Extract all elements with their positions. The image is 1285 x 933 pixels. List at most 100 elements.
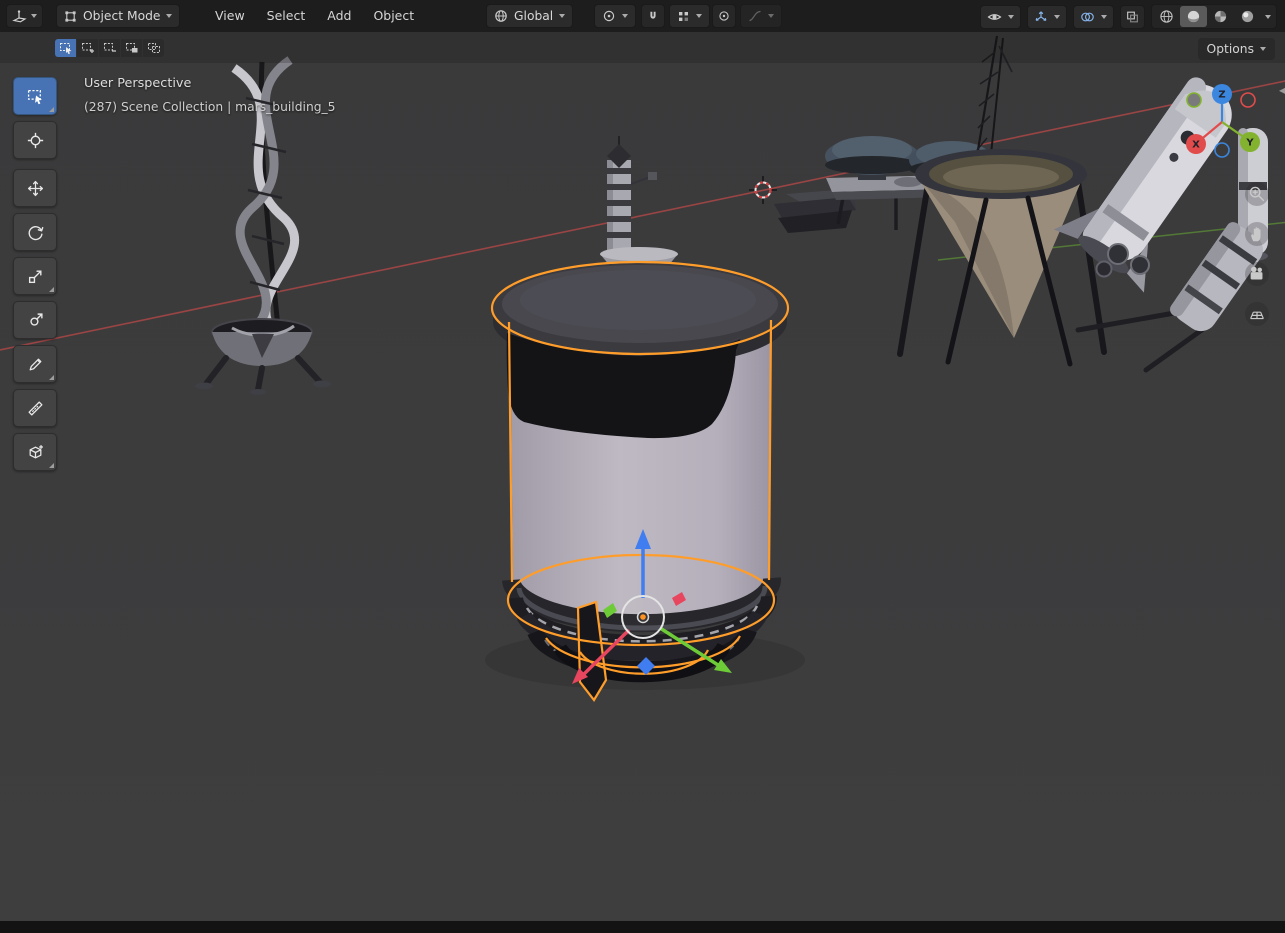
snap-target-icon — [679, 11, 688, 21]
tool-transform[interactable] — [13, 301, 57, 339]
visibility-dropdown[interactable] — [980, 4, 1021, 29]
select-extend-icon — [81, 43, 94, 53]
mode-dropdown-label: Object Mode — [83, 9, 161, 23]
hand-icon — [1251, 227, 1261, 242]
editor-type-button[interactable] — [6, 4, 43, 28]
tool-cursor[interactable] — [13, 121, 57, 159]
chevron-down-icon — [1265, 14, 1271, 19]
select-mode-invert[interactable] — [121, 39, 142, 57]
tool-rotate[interactable] — [13, 213, 57, 251]
snap-toggle-button[interactable] — [641, 4, 665, 28]
status-bar — [0, 921, 1285, 933]
menu-add[interactable]: Add — [316, 4, 362, 28]
tool-select-box[interactable] — [13, 77, 57, 115]
options-dropdown[interactable]: Options — [1197, 38, 1275, 60]
rendered-shading-icon — [1241, 10, 1254, 23]
proportional-editing-icon — [719, 11, 729, 21]
viewport-display-controls — [980, 4, 1277, 29]
chevron-down-icon — [1101, 14, 1107, 19]
toggle-xray-icon — [1127, 11, 1138, 22]
menu-object[interactable]: Object — [362, 4, 425, 28]
chevron-down-icon — [622, 14, 628, 18]
nav-axis-neg-z[interactable] — [1214, 142, 1230, 158]
tool-header — [0, 32, 1285, 63]
tool-add-cube[interactable] — [13, 433, 57, 471]
proportional-falloff-icon — [749, 10, 761, 22]
toggle-xray-button[interactable] — [1120, 4, 1145, 29]
select-mode-subtract[interactable] — [99, 39, 120, 57]
sidebar-toggle-arrow[interactable]: ◂ — [1279, 84, 1285, 96]
pivot-point-dropdown[interactable] — [594, 4, 636, 28]
nav-z-label: Z — [1218, 90, 1225, 101]
show-overlays-dropdown[interactable] — [1073, 4, 1114, 29]
transform-orientation-dropdown[interactable]: Global — [486, 4, 574, 28]
tool-move[interactable] — [13, 169, 57, 207]
viewport-side-controls — [1245, 182, 1269, 326]
header-menus: View Select Add Object — [204, 4, 425, 28]
grid-projection-icon — [1250, 311, 1264, 320]
menu-view[interactable]: View — [204, 4, 256, 28]
chevron-down-icon — [1260, 47, 1266, 51]
select-mode-intersect[interactable] — [143, 39, 164, 57]
shading-material-button[interactable] — [1207, 6, 1234, 27]
shading-rendered-button[interactable] — [1234, 6, 1261, 27]
pivot-point-icon — [603, 10, 615, 22]
comm-tower-object[interactable] — [600, 136, 678, 273]
tool-scale[interactable] — [13, 257, 57, 295]
more-tools-indicator — [49, 107, 54, 112]
add-cube-tool-icon — [29, 444, 43, 458]
object-origin-dot — [640, 614, 646, 620]
nav-axis-neg-x[interactable] — [1240, 92, 1256, 108]
more-tools-indicator — [49, 287, 54, 292]
scale-tool-icon — [28, 269, 42, 283]
mode-dropdown[interactable]: Object Mode — [56, 4, 181, 28]
3d-viewport[interactable]: Z X Y Options User Perspective (287) Sce… — [0, 32, 1285, 921]
shading-mode-group — [1151, 4, 1277, 29]
zoom-icon — [1249, 186, 1265, 202]
nav-y-label: Y — [1245, 138, 1254, 149]
snap-magnet-icon — [650, 11, 656, 19]
topbar: Object Mode View Select Add Object Globa… — [0, 0, 1285, 32]
more-tools-indicator — [49, 463, 54, 468]
proportional-falloff-dropdown[interactable] — [740, 4, 782, 28]
select-mode-group — [55, 39, 164, 57]
show-gizmos-icon — [1035, 10, 1047, 21]
snap-target-dropdown[interactable] — [669, 4, 710, 28]
zoom-control[interactable] — [1245, 182, 1269, 206]
transform-orientation-label: Global — [514, 9, 554, 23]
shading-solid-button[interactable] — [1180, 6, 1207, 27]
camera-view-control[interactable] — [1245, 262, 1269, 286]
select-box-icon — [27, 89, 42, 104]
more-tools-indicator — [49, 375, 54, 380]
cone-silo-object[interactable] — [897, 149, 1107, 367]
select-mode-extend[interactable] — [77, 39, 98, 57]
transform-tool-icon — [29, 312, 43, 326]
nav-axis-neg-y[interactable] — [1186, 92, 1202, 108]
select-mode-set[interactable] — [55, 39, 76, 57]
global-orientation-icon — [495, 10, 507, 22]
material-preview-shading-icon — [1214, 10, 1227, 23]
tool-measure[interactable] — [13, 389, 57, 427]
blender-window: Object Mode View Select Add Object Globa… — [0, 0, 1285, 933]
show-overlays-icon — [1081, 12, 1094, 21]
options-label: Options — [1206, 42, 1254, 56]
tool-annotate[interactable] — [13, 345, 57, 383]
viewport-3d-scene[interactable]: Z X Y — [0, 32, 1285, 921]
chevron-down-icon — [1054, 14, 1060, 19]
wireframe-shading-icon — [1160, 10, 1173, 23]
projection-toggle-control[interactable] — [1245, 302, 1269, 326]
chevron-down-icon — [31, 14, 37, 18]
object-mode-icon — [65, 10, 76, 22]
select-subtract-icon — [103, 43, 116, 52]
camera-icon — [1250, 266, 1263, 280]
proportional-editing-button[interactable] — [712, 4, 736, 28]
shading-wireframe-button[interactable] — [1153, 6, 1180, 27]
chevron-down-icon — [1008, 14, 1014, 19]
chevron-down-icon — [559, 14, 566, 18]
spiral-tower-object[interactable] — [195, 56, 331, 395]
menu-select[interactable]: Select — [256, 4, 317, 28]
select-set-icon — [59, 43, 71, 54]
pan-control[interactable] — [1245, 222, 1269, 246]
show-gizmos-dropdown[interactable] — [1027, 4, 1067, 29]
select-intersect-icon — [147, 43, 160, 53]
